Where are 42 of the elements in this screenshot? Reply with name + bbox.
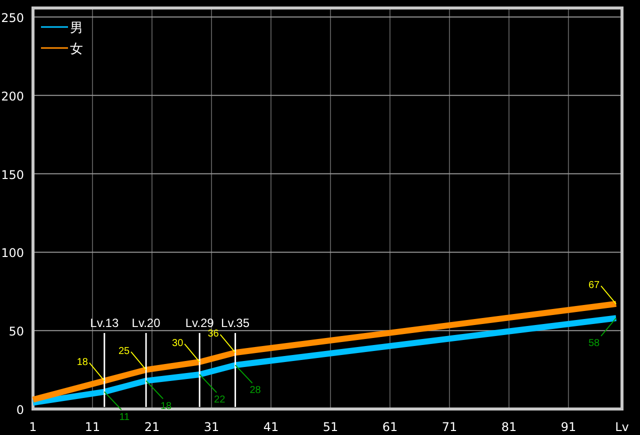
value-label: 58 <box>588 338 600 350</box>
value-label: 22 <box>214 394 226 406</box>
axis-tick-label: 11 <box>84 420 100 434</box>
level-label: Lv.29 <box>185 316 214 330</box>
axis-tick-label: 71 <box>442 420 458 434</box>
level-label: Lv.35 <box>221 316 250 330</box>
leader-line <box>104 391 122 410</box>
axis-tick-label: 31 <box>204 420 220 434</box>
level-label: Lv.13 <box>90 316 119 330</box>
axis-tick-label: 41 <box>263 420 279 434</box>
leader-line <box>199 374 218 393</box>
axis-tick-label: 50 <box>8 324 24 339</box>
value-label: 25 <box>118 346 130 357</box>
value-label: 18 <box>76 356 88 368</box>
leader-line <box>146 380 164 400</box>
value-label: 30 <box>172 338 184 349</box>
leader-line <box>600 318 617 337</box>
axis-tick-label: 61 <box>382 420 398 434</box>
leader-line <box>220 334 236 354</box>
leader-line <box>130 351 147 370</box>
leader-line <box>184 343 200 362</box>
value-label: 11 <box>119 412 130 423</box>
value-label: 67 <box>588 280 600 291</box>
leader-line <box>234 364 253 384</box>
level-label: Lv.20 <box>132 316 160 330</box>
axis-tick-label: 51 <box>322 420 338 434</box>
axis-tick-label: 0 <box>16 403 24 417</box>
axis-tick-label: 200 <box>1 89 24 104</box>
axis-tick-label: 21 <box>144 420 160 434</box>
value-label: 36 <box>208 328 219 340</box>
axis-tick-label: 100 <box>1 246 24 260</box>
legend-label: 男 <box>70 21 83 36</box>
leader-line <box>600 285 617 304</box>
leader-line <box>88 362 105 382</box>
axis-tick-label: 81 <box>501 420 517 434</box>
axis-tick-label: 91 <box>560 420 576 434</box>
axis-tick-label: 150 <box>1 168 24 182</box>
value-label: 28 <box>250 385 261 396</box>
axis-label: Lv <box>615 420 629 434</box>
axis-tick-label: 1 <box>29 420 37 434</box>
axis-tick-label: 250 <box>1 11 24 25</box>
legend-label: 女 <box>70 42 83 57</box>
